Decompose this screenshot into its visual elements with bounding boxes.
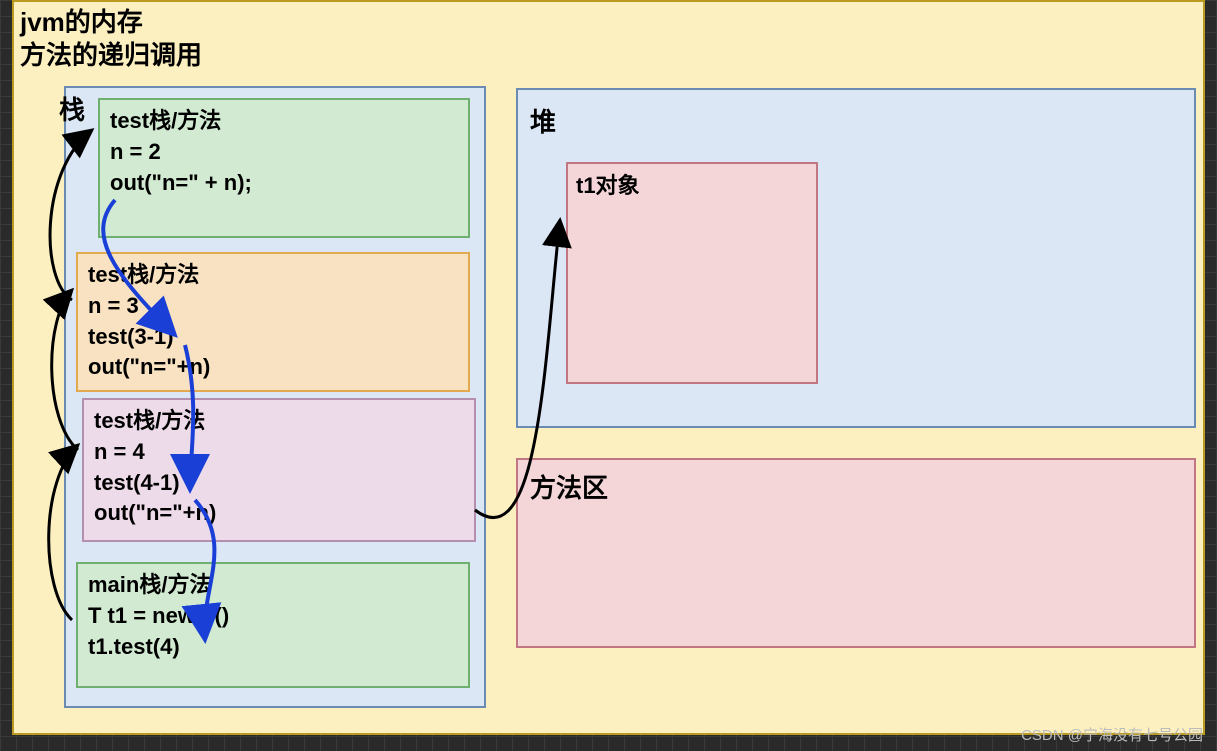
stack-frame-test-n4: test栈/方法 n = 4 test(4-1) out("n="+n) bbox=[82, 398, 476, 542]
title-line2: 方法的递归调用 bbox=[20, 40, 202, 70]
stack-frame-main: main栈/方法 T t1 = new T() t1.test(4) bbox=[76, 562, 470, 688]
stack-frame-test-n3: test栈/方法 n = 3 test(3-1) out("n="+n) bbox=[76, 252, 470, 392]
stack-frame-test-n2: test栈/方法 n = 2 out("n=" + n); bbox=[98, 98, 470, 238]
diagram-canvas: jvm的内存 方法的递归调用 栈 堆 方法区 t1对象 test栈/方法 n =… bbox=[12, 0, 1205, 735]
heap-object-label: t1对象 bbox=[576, 173, 640, 198]
method-area-label: 方法区 bbox=[530, 468, 608, 505]
stack-label: 栈 bbox=[59, 90, 85, 127]
heap-object-t1: t1对象 bbox=[566, 162, 818, 384]
watermark: CSDN @宁海没有七号公园 bbox=[1021, 724, 1203, 745]
title-line1: jvm的内存 bbox=[20, 7, 143, 37]
method-area-region bbox=[516, 458, 1196, 648]
diagram-title: jvm的内存 方法的递归调用 bbox=[20, 6, 202, 71]
heap-label: 堆 bbox=[530, 102, 556, 139]
